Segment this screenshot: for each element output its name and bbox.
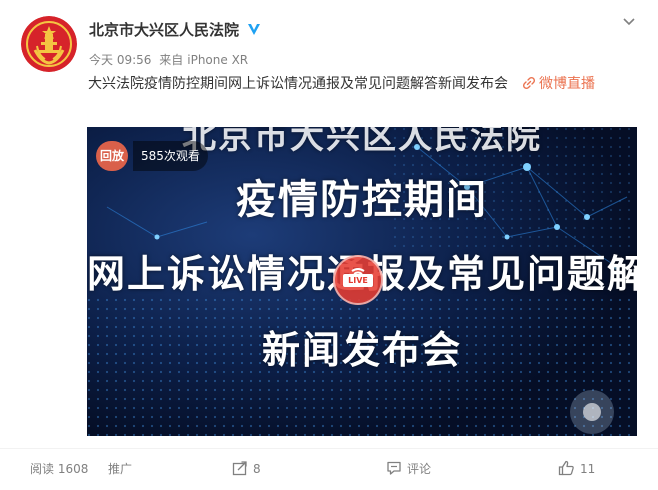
post-text: 大兴法院疫情防控期间网上诉讼情况通报及常见问题解答新闻发布会 微博直播 <box>88 72 640 97</box>
replay-badge: 回放 <box>96 141 128 171</box>
read-count: 阅读 1608 <box>30 462 89 476</box>
topic-link[interactable]: 微博直播 <box>539 76 595 92</box>
share-icon <box>232 461 247 476</box>
video-player[interactable]: 北京市大兴区人民法院 疫情防控期间 网上诉讼情况通报及常见问题解答 新闻发布会 … <box>87 127 637 436</box>
source-device[interactable]: iPhone XR <box>187 53 248 67</box>
verified-badge-icon <box>248 24 260 35</box>
thumbs-up-icon <box>558 460 574 476</box>
like-button[interactable]: 11 <box>558 459 595 479</box>
post-time[interactable]: 今天 09:56 <box>89 53 151 67</box>
link-icon <box>522 76 536 90</box>
comment-label: 评论 <box>407 462 432 476</box>
post-body: 大兴法院疫情防控期间网上诉讼情况通报及常见问题解答新闻发布会 <box>88 76 508 92</box>
comment-button[interactable]: 评论 <box>386 459 431 479</box>
video-title-line: 疫情防控期间 <box>236 177 488 223</box>
footer-divider <box>0 448 658 449</box>
like-count: 11 <box>580 462 596 476</box>
live-play-button[interactable]: LIVE <box>333 255 383 305</box>
promote-button[interactable]: 推广 <box>108 459 132 479</box>
court-emblem-icon <box>21 16 77 72</box>
share-button[interactable]: 8 <box>232 459 261 479</box>
post-meta: 今天 09:56 来自 iPhone XR <box>89 51 252 68</box>
author-name[interactable]: 北京市大兴区人民法院 <box>89 19 239 40</box>
weibo-post-card: 北京市大兴区人民法院 今天 09:56 来自 iPhone XR 大兴法院疫情防控… <box>0 0 658 490</box>
view-count: 585次观看 <box>133 141 208 171</box>
chevron-down-icon[interactable] <box>621 14 637 30</box>
avatar[interactable] <box>21 16 77 72</box>
source-prefix: 来自 <box>159 53 184 67</box>
share-count: 8 <box>253 462 261 476</box>
live-label: LIVE <box>343 274 373 287</box>
video-title-line: 新闻发布会 <box>261 328 462 372</box>
comment-icon <box>387 461 401 475</box>
